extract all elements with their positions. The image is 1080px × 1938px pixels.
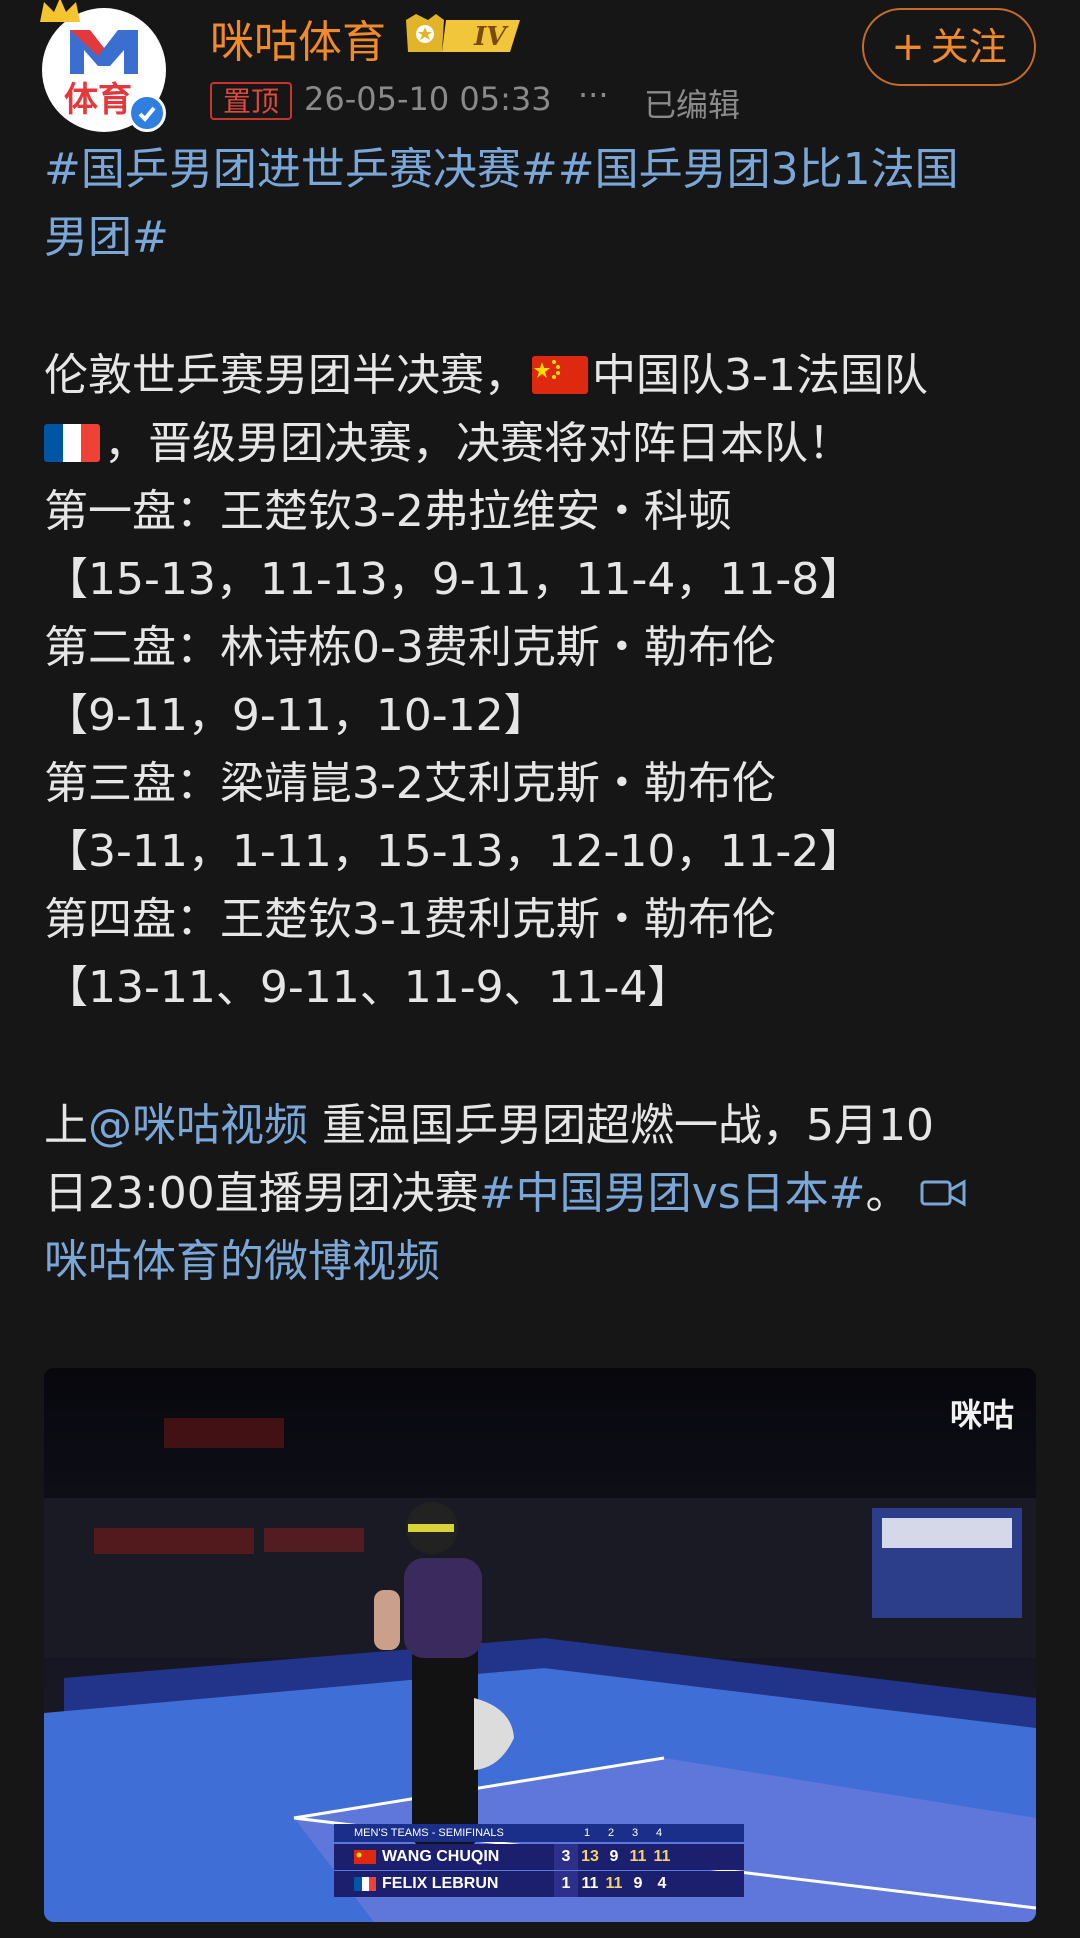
scoreboard-row: WANG CHUQIN 3 13 9 11 11 (334, 1844, 744, 1870)
china-flag-icon (354, 1850, 376, 1864)
post-text: 日23:00直播男团决赛 (44, 1168, 479, 1219)
video-camera-icon[interactable] (920, 1176, 966, 1210)
set-score: 13 (581, 1848, 599, 1865)
post-text: 。 (865, 1168, 910, 1219)
post-text: 重温国乒男团超燃一战，5月10 (308, 1100, 934, 1151)
mention-link[interactable]: @咪咕视频 (88, 1100, 308, 1151)
plus-icon: + (891, 24, 925, 70)
games-won: 3 (554, 1844, 578, 1870)
set-col: 2 (608, 1827, 615, 1839)
avatar-text: 体育 (64, 80, 132, 120)
france-flag-icon (44, 424, 100, 462)
game-3-scores: 【3-11，1-11，15-13，12-10，11-2】 (44, 826, 864, 877)
level-badge-icon: IV (406, 14, 520, 52)
set-score: 9 (609, 1848, 619, 1865)
games-won: 1 (554, 1871, 578, 1897)
set-score: 11 (629, 1848, 647, 1865)
france-flag-icon (354, 1877, 376, 1891)
game-2-result: 第二盘：林诗栋0-3费利克斯・勒布伦 (44, 622, 776, 673)
scoreboard-row: FELIX LEBRUN 1 11 11 9 4 (334, 1871, 744, 1897)
scoreboard-header: MEN'S TEAMS - SEMIFINALS 1 2 3 4 (334, 1824, 744, 1842)
more-options-icon[interactable]: ··· (578, 76, 609, 114)
post-text: 上 (44, 1100, 88, 1151)
migu-watermark: 咪咕 (949, 1396, 1014, 1434)
edited-label[interactable]: 已编辑 (644, 80, 740, 126)
set-score: 11 (653, 1848, 671, 1865)
player-name: WANG CHUQIN (382, 1848, 500, 1865)
post-text: 伦敦世乒赛男团半决赛， (44, 350, 528, 401)
hashtag-link[interactable]: 男团# (44, 212, 169, 263)
post-header: 体育 咪咕体育 IV 置顶 26-05-10 05:33 ··· 已编辑 + 关注 (0, 0, 1080, 150)
game-3-result: 第三盘：梁靖崑3-2艾利克斯・勒布伦 (44, 758, 776, 809)
player-name: FELIX LEBRUN (382, 1875, 499, 1892)
set-score: 11 (581, 1875, 599, 1892)
game-1-result: 第一盘：王楚钦3-2弗拉维安・科顿 (44, 486, 732, 537)
hashtag-link[interactable]: #国乒男团进世乒赛决赛##国乒男团3比1法国 (44, 144, 959, 195)
china-flag-icon (532, 356, 588, 394)
set-col: 4 (656, 1827, 663, 1839)
post-text: 中国队3-1法国队 (592, 350, 928, 401)
verified-icon (128, 94, 166, 132)
game-4-scores: 【13-11、9-11、11-9、11-4】 (44, 962, 692, 1013)
hashtag-link[interactable]: #中国男团vs日本# (479, 1168, 866, 1219)
game-1-scores: 【15-13，11-13，9-11，11-4，11-8】 (44, 554, 864, 605)
set-score: 11 (605, 1875, 623, 1892)
svg-text:IV: IV (473, 22, 509, 52)
follow-button[interactable]: + 关注 (862, 8, 1036, 86)
username[interactable]: 咪咕体育 (210, 6, 386, 70)
video-link[interactable]: 咪咕体育的微博视频 (44, 1236, 440, 1287)
scoreboard-title: MEN'S TEAMS - SEMIFINALS (354, 1827, 504, 1839)
follow-label: 关注 (930, 25, 1007, 69)
scoreboard: MEN'S TEAMS - SEMIFINALS 1 2 3 4 WANG CH… (334, 1824, 744, 1898)
pinned-badge: 置顶 (210, 82, 292, 120)
post-text: ，晋级男团决赛，决赛将对阵日本队！ (104, 418, 852, 469)
set-score: 9 (633, 1875, 643, 1892)
set-col: 1 (584, 1827, 591, 1839)
set-col: 3 (632, 1827, 639, 1839)
avatar[interactable]: 体育 (40, 0, 166, 132)
migu-logo-icon (70, 30, 138, 74)
post-body: #国乒男团进世乒赛决赛##国乒男团3比1法国 男团# 伦敦世乒赛男团半决赛， 中国… (44, 136, 1044, 1296)
post-timestamp: 26-05-10 05:33 (304, 80, 552, 118)
video-player[interactable]: 咪咕 MEN'S TEAMS - SEMIFINALS 1 2 3 4 WANG… (44, 1368, 1036, 1922)
set-score: 4 (657, 1875, 667, 1892)
game-2-scores: 【9-11，9-11，10-12】 (44, 690, 548, 741)
game-4-result: 第四盘：王楚钦3-1费利克斯・勒布伦 (44, 894, 776, 945)
